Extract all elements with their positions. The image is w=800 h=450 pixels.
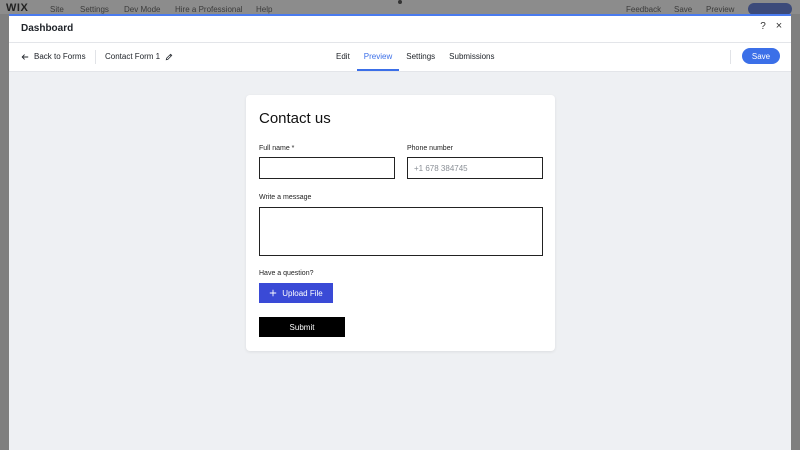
form-toolbar: Back to Forms Contact Form 1 Edit Previe… <box>9 43 791 72</box>
form-title: Contact us <box>259 110 331 127</box>
modal-title: Dashboard <box>21 23 74 34</box>
question-label: Have a question? <box>259 270 314 277</box>
pencil-icon[interactable] <box>165 53 173 61</box>
editor-menu-settings: Settings <box>80 5 109 14</box>
dashboard-modal: Dashboard ? × Back to Forms Contact Form… <box>9 14 791 450</box>
back-to-forms-label: Back to Forms <box>34 52 86 61</box>
arrow-left-icon <box>21 53 29 60</box>
editor-menu-help: Help <box>256 5 273 14</box>
full-name-label: Full name * <box>259 145 295 152</box>
editor-save: Save <box>674 5 693 14</box>
message-textarea[interactable] <box>259 207 543 256</box>
editor-top-bar: WIX Site Settings Dev Mode Hire a Profes… <box>0 0 800 15</box>
upload-file-button[interactable]: Upload File <box>259 283 333 303</box>
upload-file-label: Upload File <box>282 288 323 298</box>
tab-settings[interactable]: Settings <box>399 43 442 71</box>
message-label: Write a message <box>259 194 312 201</box>
form-tabs: Edit Preview Settings Submissions <box>329 43 502 71</box>
modal-header: Dashboard ? × <box>9 16 791 43</box>
tab-preview[interactable]: Preview <box>356 43 400 71</box>
editor-menu-dev-mode: Dev Mode <box>124 5 161 14</box>
form-name: Contact Form 1 <box>105 52 173 61</box>
form-name-label: Contact Form 1 <box>105 52 161 61</box>
help-icon[interactable]: ? <box>757 21 769 32</box>
plus-icon <box>270 289 277 297</box>
toolbar-divider <box>95 50 96 64</box>
editor-caret <box>398 0 402 4</box>
phone-label: Phone number <box>407 145 453 152</box>
toolbar-divider-right <box>730 50 731 64</box>
editor-feedback: Feedback <box>626 5 662 14</box>
wix-logo: WIX <box>6 2 29 14</box>
phone-input[interactable]: +1 678 384745 <box>407 157 543 179</box>
tab-submissions[interactable]: Submissions <box>442 43 501 71</box>
close-icon[interactable]: × <box>773 20 785 32</box>
editor-menu-site: Site <box>50 5 64 14</box>
form-preview-card: Contact us Full name * Phone number +1 6… <box>246 95 555 351</box>
submit-button[interactable]: Submit <box>259 317 345 337</box>
editor-menu-hire: Hire a Professional <box>175 5 243 14</box>
editor-preview: Preview <box>706 5 735 14</box>
back-to-forms-link[interactable]: Back to Forms <box>21 52 86 61</box>
tab-edit[interactable]: Edit <box>329 43 357 71</box>
save-button[interactable]: Save <box>742 48 780 64</box>
full-name-input[interactable] <box>259 157 395 179</box>
